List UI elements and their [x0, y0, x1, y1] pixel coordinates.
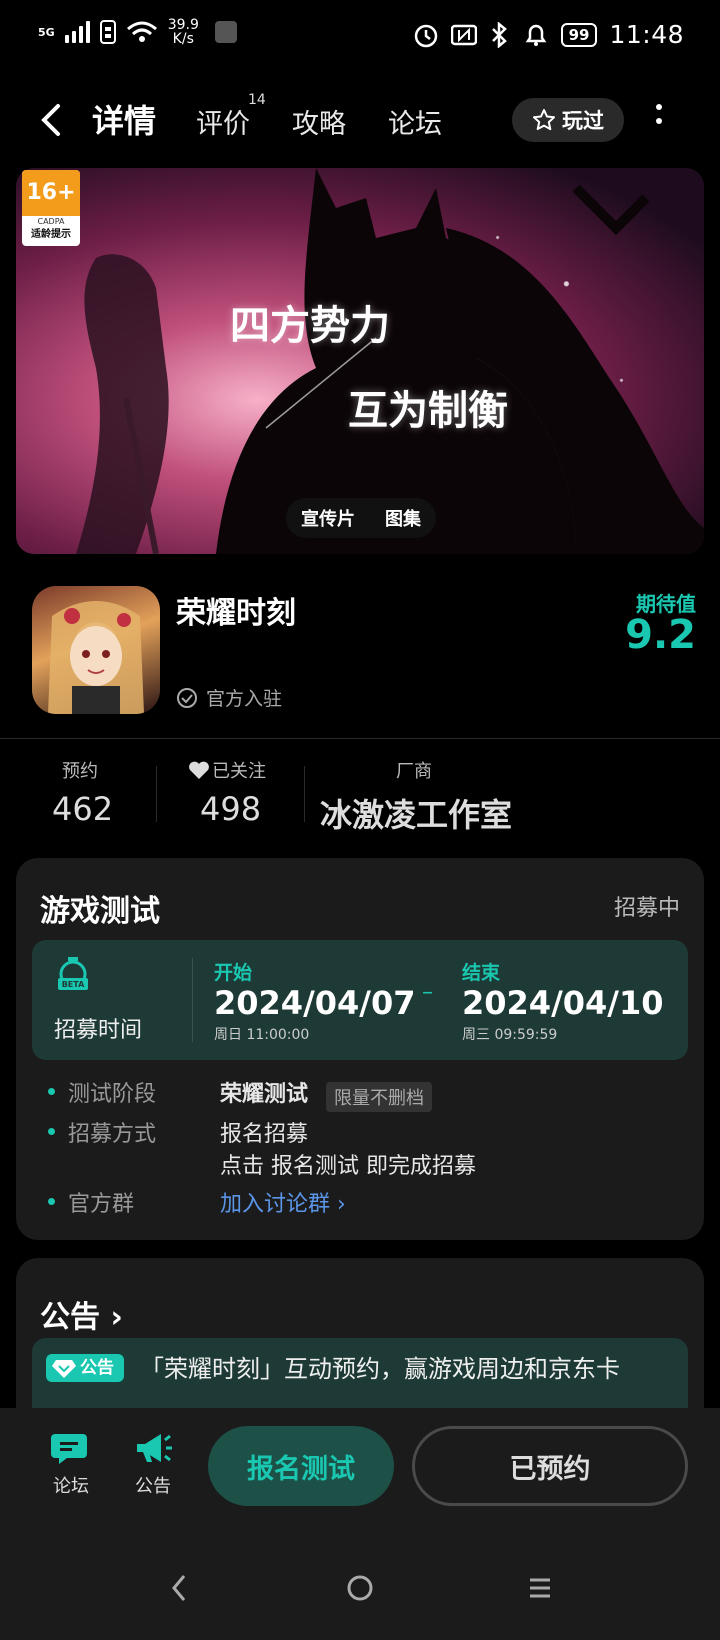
reviews-count-badge: 14 — [248, 92, 266, 108]
signal-icon — [64, 21, 90, 43]
test-stage-value: 荣耀测试 — [220, 1082, 309, 1107]
test-title: 游戏测试 — [40, 894, 160, 929]
reservations-label: 预约 — [62, 761, 98, 782]
clock: 11:48 — [609, 20, 684, 49]
system-back-icon[interactable] — [168, 1572, 192, 1604]
end-date: 2024/04/10 — [462, 984, 664, 1022]
megaphone-icon — [137, 1434, 172, 1462]
reserved-button[interactable]: 已预约 — [412, 1426, 688, 1506]
star-icon — [533, 109, 555, 131]
promo-banner[interactable]: 四方势力 互为制衡 — [16, 168, 704, 554]
tab-trailer[interactable]: 宣传片 — [301, 505, 355, 531]
tab-details[interactable]: 详情 — [89, 96, 159, 142]
nfc-icon — [450, 24, 477, 45]
test-stage-tag: 限量不删档 — [326, 1082, 432, 1112]
sim-icon — [99, 20, 116, 44]
followers-count: 498 — [200, 790, 262, 828]
start-label: 开始 — [214, 962, 253, 984]
tab-forum[interactable]: 论坛 — [388, 102, 442, 141]
forum-shortcut[interactable]: 论坛 — [36, 1430, 106, 1498]
battery-indicator: 99 — [560, 22, 598, 47]
developer-name[interactable]: 冰激凌工作室 — [320, 790, 512, 836]
join-group-link[interactable]: 加入讨论群 › — [220, 1186, 346, 1218]
reservations-count: 462 — [52, 790, 114, 828]
bluetooth-icon — [491, 21, 507, 48]
heart-icon — [189, 761, 209, 779]
bell-icon — [525, 24, 546, 46]
divider — [0, 738, 720, 739]
played-label: 玩过 — [562, 109, 604, 133]
net-speed: 39.9 K/s — [167, 17, 199, 47]
tab-gallery[interactable]: 图集 — [385, 505, 421, 531]
notice-section-title[interactable]: 公告 › — [40, 1292, 123, 1336]
more-options-icon[interactable] — [656, 104, 662, 132]
recruit-method-label: 招募方式 — [68, 1122, 157, 1147]
network-type: 5G — [38, 25, 55, 39]
followed-label: 已关注 — [188, 757, 266, 783]
tab-guides[interactable]: 攻略 — [292, 102, 346, 141]
recruit-time-box: BETA 招募时间 开始 2024/04/07 周日 11:00:00 – 结束… — [32, 940, 688, 1060]
recruit-method-value: 报名招募 — [220, 1122, 309, 1147]
expectation-score: 9.2 — [625, 612, 696, 658]
top-nav: 详情 评价 14 攻略 论坛 玩过 — [0, 88, 720, 152]
game-app-icon — [32, 586, 160, 714]
official-verified: 官方入驻 — [176, 684, 282, 711]
banner-slogan-1: 四方势力 — [230, 302, 390, 349]
start-date: 2024/04/07 — [214, 984, 416, 1022]
recruit-time-label: 招募时间 — [54, 1018, 143, 1043]
wifi-icon — [126, 21, 157, 42]
system-recents-icon[interactable] — [526, 1572, 554, 1604]
game-title: 荣耀时刻 — [176, 596, 296, 631]
status-bar: 5G 39.9 K/s 99 11:48 — [0, 0, 720, 72]
beta-timer-icon: BETA — [58, 957, 88, 990]
alarm-icon — [414, 24, 437, 47]
official-group-label: 官方群 — [68, 1192, 135, 1217]
age-rating-badge: 16+ CADPA 适龄提示 — [22, 170, 80, 246]
played-button[interactable]: 玩过 — [512, 98, 624, 142]
notice-tag: 公告 — [46, 1354, 124, 1382]
notice-text: 「荣耀时刻」互动预约，赢游戏周边和京东卡 — [140, 1355, 620, 1383]
date-range-dash: – — [422, 980, 433, 1005]
signup-test-button[interactable]: 报名测试 — [208, 1426, 394, 1506]
banner-slogan-2: 互为制衡 — [348, 387, 508, 434]
developer-label: 厂商 — [396, 761, 432, 782]
test-stage-label: 测试阶段 — [68, 1082, 157, 1107]
chat-bubble-icon — [51, 1434, 87, 1464]
end-time: 周三 09:59:59 — [462, 1027, 558, 1043]
app-notification-icon — [214, 21, 237, 43]
test-status: 招募中 — [613, 896, 680, 921]
svg-text:BETA: BETA — [62, 980, 85, 989]
tab-reviews[interactable]: 评价 — [196, 102, 250, 141]
game-test-card: 游戏测试 招募中 BETA 招募时间 开始 2024/04/07 周日 11:0… — [16, 858, 704, 1240]
recruit-method-desc: 点击 报名测试 即完成招募 — [220, 1154, 476, 1179]
bottom-action-bar: 论坛 公告 报名测试 已预约 — [0, 1408, 720, 1640]
start-time: 周日 11:00:00 — [214, 1027, 310, 1043]
character-silhouette — [76, 168, 704, 554]
diamond-icon — [52, 1360, 76, 1378]
end-label: 结束 — [462, 962, 501, 984]
check-circle-icon — [177, 687, 197, 708]
media-switch: 宣传片 图集 — [286, 498, 436, 538]
system-home-icon[interactable] — [346, 1572, 374, 1604]
notice-shortcut[interactable]: 公告 — [118, 1430, 188, 1498]
back-arrow-icon[interactable] — [38, 102, 66, 138]
